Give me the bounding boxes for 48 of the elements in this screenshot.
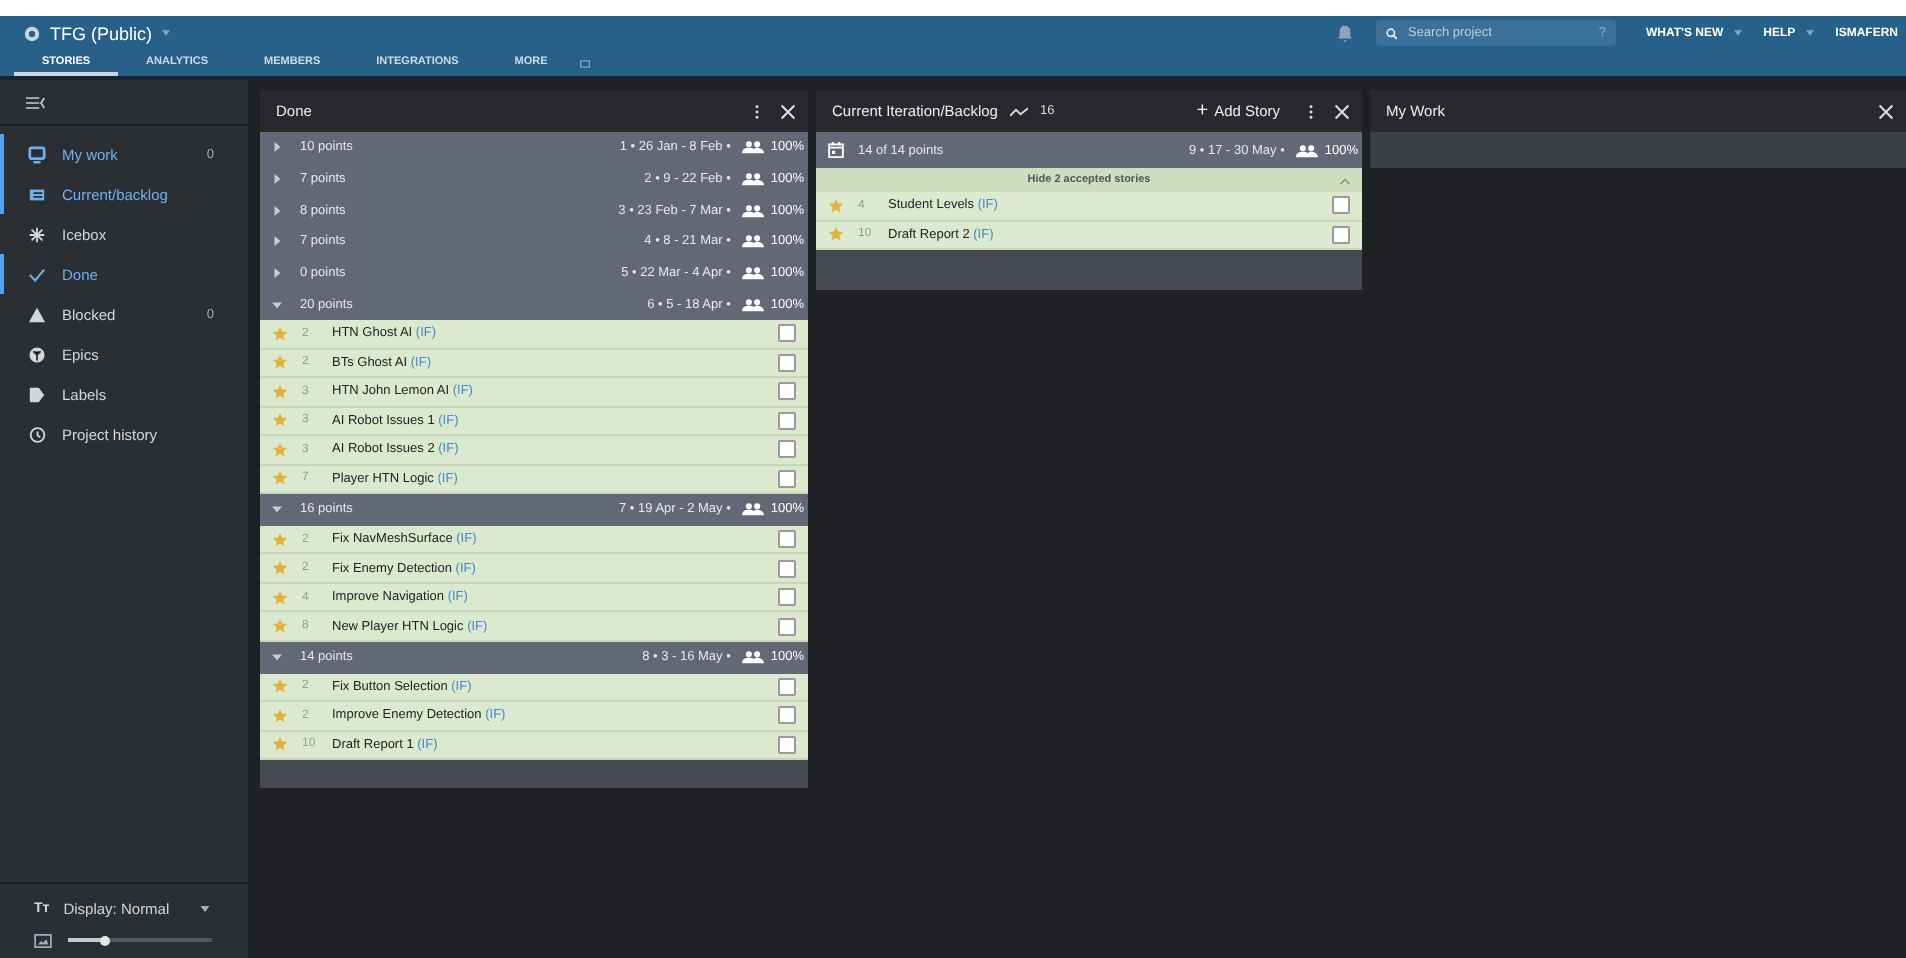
trend-icon bbox=[1009, 105, 1028, 117]
list-icon bbox=[28, 185, 46, 203]
people-icon bbox=[742, 266, 765, 281]
close-icon[interactable] bbox=[1878, 103, 1894, 119]
star-icon bbox=[272, 470, 288, 487]
history-icon bbox=[28, 425, 46, 443]
people-icon bbox=[742, 234, 765, 249]
star-icon bbox=[272, 325, 288, 342]
people-icon bbox=[1296, 143, 1319, 157]
star-icon bbox=[272, 589, 288, 606]
snowflake-icon bbox=[28, 225, 46, 243]
star-icon bbox=[272, 560, 288, 577]
caret-icon bbox=[199, 905, 210, 911]
people-icon bbox=[742, 650, 765, 665]
more-icon[interactable] bbox=[1308, 103, 1314, 119]
more-icon[interactable] bbox=[754, 103, 760, 119]
star-icon bbox=[272, 707, 288, 724]
caret-icon bbox=[1733, 30, 1742, 36]
bell-icon[interactable] bbox=[1335, 24, 1354, 42]
star-icon bbox=[828, 226, 844, 243]
warning-icon bbox=[28, 305, 46, 323]
star-icon bbox=[272, 736, 288, 753]
star-icon bbox=[272, 441, 288, 458]
caret-icon bbox=[162, 30, 171, 36]
people-icon bbox=[742, 297, 765, 312]
collapse-icon[interactable] bbox=[26, 95, 46, 109]
caret-icon bbox=[1805, 30, 1814, 36]
image-icon bbox=[34, 933, 52, 947]
star-icon bbox=[272, 678, 288, 695]
people-icon bbox=[742, 140, 765, 155]
star-icon bbox=[272, 383, 288, 400]
people-icon bbox=[742, 502, 765, 517]
star-icon bbox=[272, 531, 288, 548]
close-icon[interactable] bbox=[1334, 103, 1350, 119]
people-icon bbox=[742, 203, 765, 218]
close-icon[interactable] bbox=[780, 103, 796, 119]
star-icon bbox=[828, 197, 844, 214]
search-icon bbox=[1385, 27, 1398, 39]
tag-icon bbox=[28, 385, 46, 403]
star-icon bbox=[272, 412, 288, 429]
monitor-icon bbox=[28, 145, 46, 163]
people-icon bbox=[742, 172, 765, 187]
project-title[interactable]: TFG (Public) bbox=[50, 23, 153, 43]
star-icon bbox=[272, 618, 288, 635]
star-icon bbox=[272, 354, 288, 371]
checkmark-icon bbox=[28, 265, 46, 283]
calendar-icon bbox=[828, 142, 844, 158]
caret-icon bbox=[1340, 177, 1350, 183]
